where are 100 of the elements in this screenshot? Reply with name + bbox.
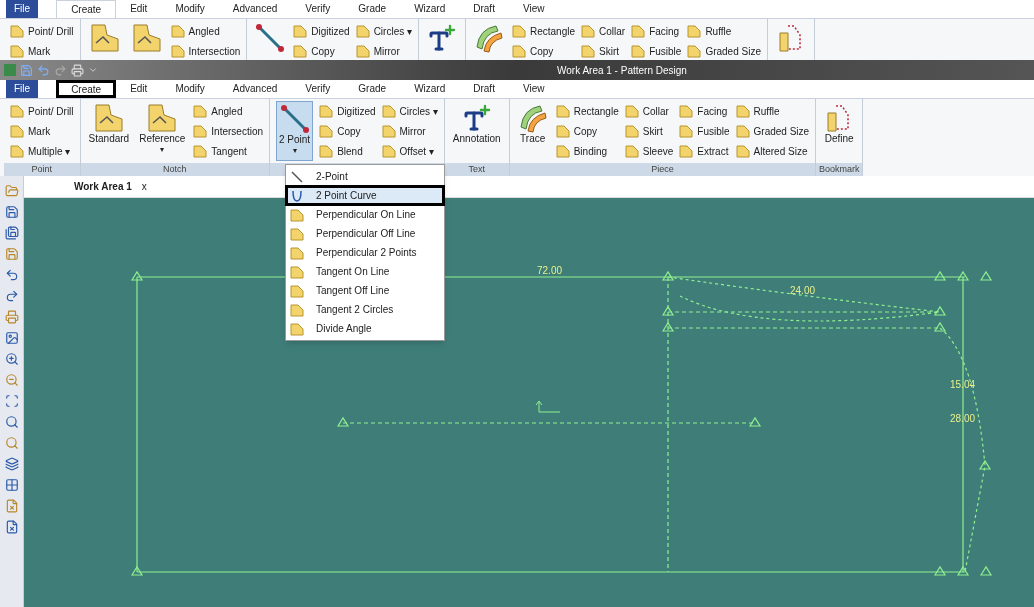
print-icon[interactable] — [4, 310, 19, 324]
ribbon-button[interactable]: Skirt — [581, 41, 626, 60]
ribbon-button[interactable]: Binding — [555, 141, 619, 161]
image-icon[interactable] — [4, 331, 19, 345]
ribbon-button[interactable]: Rectangle — [555, 101, 619, 121]
ribbon-button[interactable]: Skirt — [624, 121, 674, 141]
ribbon-button[interactable]: Angled — [193, 101, 263, 121]
ribbon-button[interactable]: Digitized — [293, 21, 350, 41]
pattern-piece-icon — [319, 144, 334, 158]
ribbon-button[interactable]: Digitized — [319, 101, 376, 121]
document-tab[interactable]: Work Area 1 x — [54, 176, 167, 197]
ribbon-button[interactable]: Point/ Drill — [10, 21, 74, 41]
ribbon-button[interactable]: Angled — [170, 21, 241, 41]
menu-item[interactable]: Perpendicular Off Line — [286, 224, 444, 243]
close-button[interactable]: x — [141, 179, 147, 194]
ribbon-tab[interactable]: File — [6, 80, 39, 98]
ribbon-button[interactable]: Sleeve — [624, 141, 674, 161]
ribbon-button[interactable]: Copy — [512, 41, 575, 60]
ribbon-button[interactable]: Offset ▾ — [381, 141, 438, 161]
ribbon-button[interactable]: Altered Size — [735, 141, 810, 161]
ribbon-button[interactable]: Tangent — [193, 141, 263, 161]
file-x-icon[interactable] — [4, 520, 19, 534]
menu-item[interactable]: 2 Point Curve — [286, 186, 444, 205]
print-icon[interactable] — [71, 63, 84, 77]
ribbon-button[interactable]: Rectangle — [512, 21, 575, 41]
ribbon-button[interactable]: Collar — [581, 21, 626, 41]
redo-icon[interactable] — [4, 289, 19, 303]
ribbon-tab[interactable]: Verify — [291, 0, 345, 18]
undo-icon[interactable] — [4, 268, 19, 282]
caret-icon[interactable] — [88, 65, 98, 75]
ribbon-button[interactable]: Ruffle — [735, 101, 810, 121]
ribbon-tab[interactable]: Advanced — [218, 80, 292, 98]
ribbon-button[interactable]: Extract — [679, 141, 730, 161]
ribbon-tab[interactable]: Modify — [161, 0, 219, 18]
save-icon[interactable] — [4, 205, 19, 219]
ribbon-tab[interactable]: Wizard — [400, 0, 460, 18]
save-icon[interactable] — [4, 247, 19, 261]
ribbon-button[interactable]: Graded Size — [735, 121, 810, 141]
ribbon-tab[interactable]: Create — [56, 80, 117, 98]
ribbon-button[interactable]: Mirror — [381, 121, 438, 141]
ribbon-tab[interactable]: View — [508, 0, 559, 18]
ribbon-button[interactable]: Point/ Drill — [10, 101, 74, 121]
ribbon-button[interactable]: Mark — [10, 121, 74, 141]
pattern-piece-icon — [735, 104, 750, 118]
menu-item[interactable]: Tangent 2 Circles — [286, 300, 444, 319]
ribbon-button[interactable]: Intersection — [193, 121, 263, 141]
ribbon-tab[interactable]: Grade — [344, 0, 401, 18]
menu-item[interactable]: Perpendicular On Line — [286, 205, 444, 224]
ribbon-large-button[interactable]: Annotation — [450, 101, 503, 161]
ribbon-large-button[interactable]: Reference ▾ — [137, 101, 188, 161]
frame-icon[interactable] — [4, 394, 19, 408]
ribbon-tab[interactable]: Draft — [459, 80, 509, 98]
ribbon-button[interactable]: Copy — [319, 121, 376, 141]
ribbon-tab[interactable]: Advanced — [218, 0, 292, 18]
zoom-in-icon[interactable] — [4, 352, 19, 366]
search-icon[interactable] — [4, 415, 19, 429]
menu-item[interactable]: Tangent On Line — [286, 262, 444, 281]
ribbon-button[interactable]: Mark — [10, 41, 74, 60]
folder-icon[interactable] — [4, 184, 19, 198]
ribbon-tab[interactable]: Create — [56, 0, 117, 18]
menu-item[interactable]: 2-Point — [286, 167, 444, 186]
ribbon-button[interactable]: Copy — [555, 121, 619, 141]
ribbon-button[interactable]: Ruffle — [687, 21, 761, 41]
ribbon-large-button[interactable]: Trace — [515, 101, 550, 161]
ribbon-button[interactable]: Copy — [293, 41, 350, 60]
ribbon-tab[interactable]: Modify — [161, 80, 219, 98]
search-icon[interactable] — [4, 436, 19, 450]
ribbon-large-button[interactable]: Standard — [86, 101, 132, 161]
ribbon-tab[interactable]: Edit — [116, 80, 162, 98]
ribbon-button[interactable]: Facing — [631, 21, 682, 41]
menu-item[interactable]: Tangent Off Line — [286, 281, 444, 300]
ribbon-button[interactable]: Circles ▾ — [355, 21, 412, 41]
menu-item[interactable]: Perpendicular 2 Points — [286, 243, 444, 262]
ribbon-button[interactable]: Graded Size — [687, 41, 761, 60]
ribbon-tab[interactable]: Edit — [116, 0, 162, 18]
ribbon-tab[interactable]: View — [508, 80, 559, 98]
ribbon-large-button[interactable]: Define — [822, 101, 857, 161]
menu-item[interactable]: Divide Angle — [286, 319, 444, 338]
ribbon-tab[interactable]: Wizard — [400, 80, 460, 98]
pattern-piece-icon — [10, 24, 24, 38]
ribbon-button[interactable]: Blend — [319, 141, 376, 161]
ribbon-tab[interactable]: File — [6, 0, 39, 18]
ribbon-button[interactable]: Collar — [624, 101, 674, 121]
pattern-piece-icon — [10, 144, 24, 158]
zoom-out-icon[interactable] — [4, 373, 19, 387]
ribbon-tab[interactable]: Verify — [291, 80, 345, 98]
grid-icon[interactable] — [4, 478, 19, 492]
ribbon-button[interactable]: Intersection — [170, 41, 241, 60]
ribbon-button[interactable]: Fusible — [631, 41, 682, 60]
ribbon-button[interactable]: Circles ▾ — [381, 101, 438, 121]
file-x-icon[interactable] — [4, 499, 19, 513]
ribbon-tab[interactable]: Draft — [459, 0, 509, 18]
layers-icon[interactable] — [4, 457, 19, 471]
ribbon-button[interactable]: Multiple ▾ — [10, 141, 74, 161]
ribbon-large-button[interactable]: 2 Point ▾ — [276, 101, 314, 161]
ribbon-button[interactable]: Fusible — [679, 121, 730, 141]
ribbon-tab[interactable]: Grade — [344, 80, 401, 98]
ribbon-button[interactable]: Facing — [679, 101, 730, 121]
ribbon-button[interactable]: Mirror — [355, 41, 412, 60]
save-all-icon[interactable] — [4, 226, 19, 240]
